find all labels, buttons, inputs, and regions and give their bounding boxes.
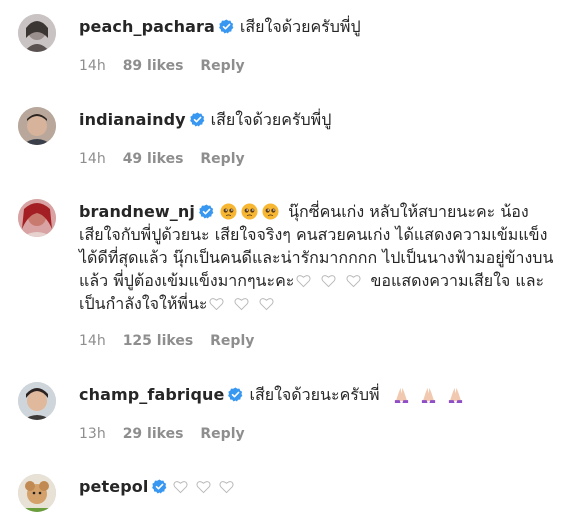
pleading-face-emoji <box>241 203 258 220</box>
reply-button[interactable]: Reply <box>210 333 254 349</box>
comment-text: ขอแสดงความเสียใจ และ <box>370 271 545 290</box>
comment-likes[interactable]: 125 likes <box>123 333 193 349</box>
white-heart-icon <box>196 480 211 494</box>
comment-time[interactable]: 14h <box>79 151 106 167</box>
comment-likes[interactable]: 49 likes <box>123 151 184 167</box>
comment-text: เสียใจกับพี่ปูด้วยนะ เสียใจจริงๆ คนสวยคน… <box>79 225 548 244</box>
comment-time[interactable]: 14h <box>79 333 106 349</box>
white-heart-icon <box>209 297 224 311</box>
avatar[interactable] <box>18 382 56 420</box>
comment-text: นุ๊กซี่คนเก่ง หลับให้สบายนะคะ น้อง <box>288 202 529 221</box>
verified-badge-icon <box>189 112 205 127</box>
comment-text: เป็นกำลังใจให้พี่นะ <box>79 294 208 313</box>
white-heart-icon <box>219 480 234 494</box>
comment-likes[interactable]: 29 likes <box>123 426 184 442</box>
white-heart-icon <box>259 297 274 311</box>
comment-text: เสียใจด้วยนะครับพี่ <box>249 385 380 404</box>
pleading-face-emoji <box>220 203 237 220</box>
comment-time[interactable]: 13h <box>79 426 106 442</box>
verified-badge-icon <box>218 19 234 34</box>
comment-text: แล้ว พี่ปูต้องเข้มแข็งมากๆนะคะ <box>79 271 295 290</box>
comment-likes[interactable]: 89 likes <box>123 58 184 74</box>
comment-username[interactable]: brandnew_nj <box>79 202 195 221</box>
white-heart-icon <box>234 297 249 311</box>
verified-badge-icon <box>152 479 167 494</box>
comment-time[interactable]: 14h <box>79 58 106 74</box>
folded-hands-emoji <box>393 386 410 403</box>
folded-hands-emoji <box>420 386 437 403</box>
comment-username[interactable]: petepol <box>79 477 148 496</box>
white-heart-icon <box>321 274 336 288</box>
pleading-face-emoji <box>262 203 279 220</box>
white-heart-icon <box>173 480 188 494</box>
comment-username[interactable]: indianaindy <box>79 110 186 129</box>
verified-badge-icon <box>199 204 214 219</box>
folded-hands-emoji <box>447 386 464 403</box>
avatar[interactable] <box>18 474 56 512</box>
avatar[interactable] <box>18 14 56 52</box>
comment-text: เสียใจด้วยครับพี่ปู <box>210 110 332 129</box>
avatar[interactable] <box>18 199 56 237</box>
reply-button[interactable]: Reply <box>200 151 244 167</box>
comment-text: เสียใจด้วยครับพี่ปู <box>239 17 361 36</box>
white-heart-icon <box>296 274 311 288</box>
avatar[interactable] <box>18 107 56 145</box>
reply-button[interactable]: Reply <box>200 426 244 442</box>
verified-badge-icon <box>228 387 243 402</box>
comment-username[interactable]: peach_pachara <box>79 17 215 36</box>
comment-username[interactable]: champ_fabrique <box>79 385 224 404</box>
white-heart-icon <box>346 274 361 288</box>
reply-button[interactable]: Reply <box>200 58 244 74</box>
comment-text: ได้ดีที่สุดแล้ว นุ๊กเป็นคนดีและน่ารักมาก… <box>79 248 554 267</box>
